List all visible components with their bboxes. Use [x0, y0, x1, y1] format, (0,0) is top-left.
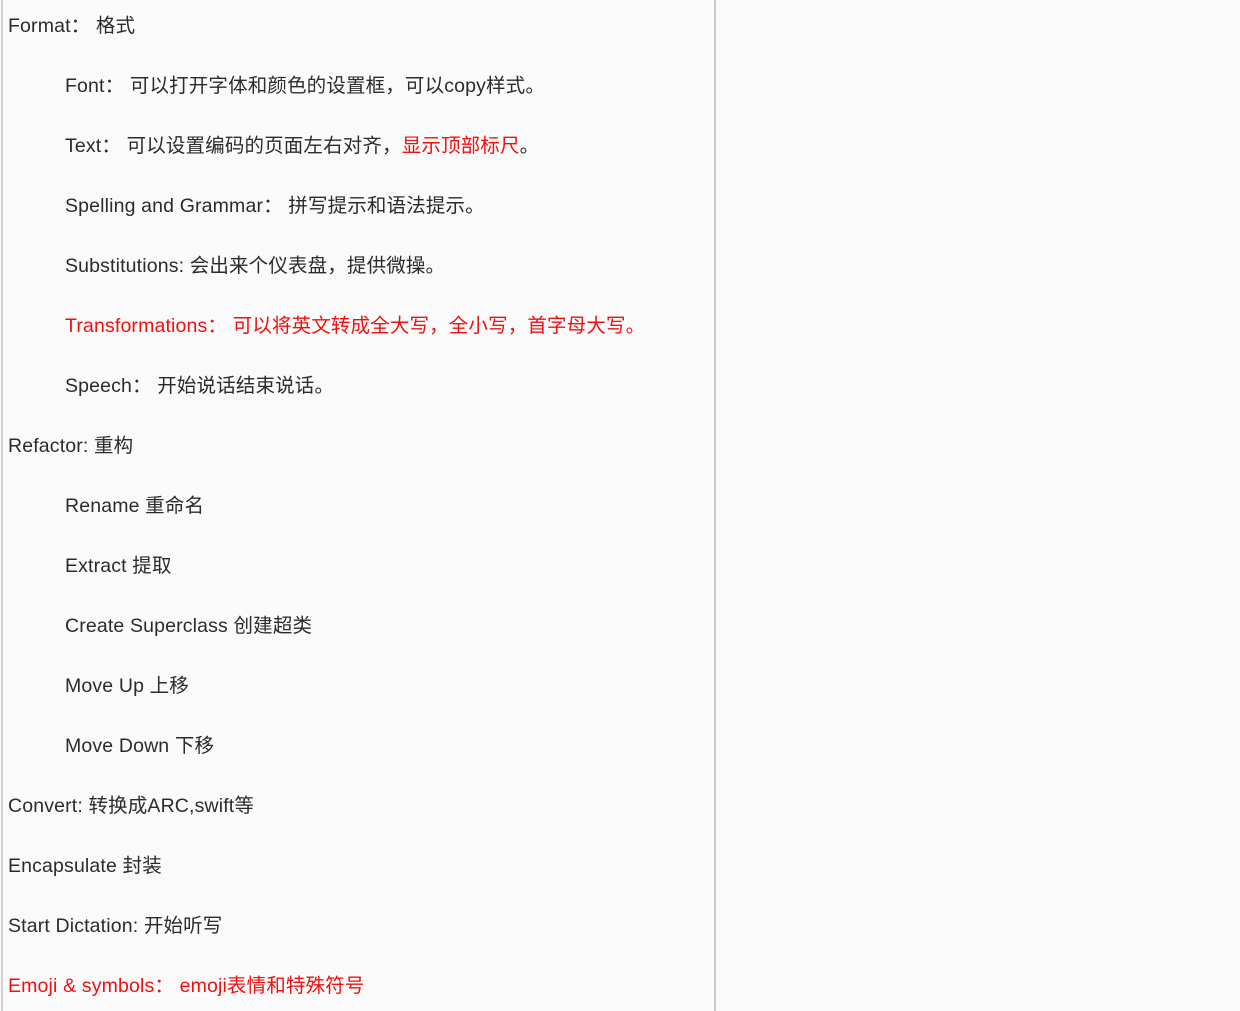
- empty-right-column: [716, 0, 1240, 1011]
- note-line-substitutions-item: Substitutions: 会出来个仪表盘，提供微操。: [65, 255, 446, 277]
- notes-page: Format： 格式 Font： 可以打开字体和颜色的设置框，可以copy样式。 T…: [0, 0, 1240, 1011]
- note-segment: 显示顶部标尺: [401, 135, 520, 157]
- note-line-emoji-symbols-heading: Emoji & symbols： emoji表情和特殊符号: [8, 975, 365, 997]
- note-line-encapsulate-heading: Encapsulate 封装: [8, 855, 162, 877]
- note-line-transformations-item: Transformations： 可以将英文转成全大写，全小写，首字母大写。: [65, 315, 646, 337]
- note-line-refactor-heading: Refactor: 重构: [8, 435, 134, 457]
- note-line-convert-heading: Convert: 转换成ARC,swift等: [8, 795, 255, 817]
- note-line-rename-item: Rename 重命名: [65, 495, 205, 517]
- note-line-start-dictation-heading: Start Dictation: 开始听写: [8, 915, 223, 937]
- note-segment: 。: [519, 135, 540, 157]
- note-line-text-item: Text： 可以设置编码的页面左右对齐，显示顶部标尺。: [65, 134, 539, 158]
- notes-text-column: Format： 格式 Font： 可以打开字体和颜色的设置框，可以copy样式。 T…: [0, 0, 714, 1011]
- note-line-format-heading: Format： 格式: [8, 15, 136, 37]
- note-line-extract-item: Extract 提取: [65, 555, 172, 577]
- note-line-move-up-item: Move Up 上移: [65, 675, 189, 697]
- note-line-spelling-grammar-item: Spelling and Grammar： 拼写提示和语法提示。: [65, 195, 485, 217]
- note-segment: Text： 可以设置编码的页面左右对齐，: [65, 135, 402, 157]
- note-line-move-down-item: Move Down 下移: [65, 735, 215, 757]
- note-line-font-item: Font： 可以打开字体和颜色的设置框，可以copy样式。: [65, 75, 545, 97]
- note-line-create-superclass-item: Create Superclass 创建超类: [65, 615, 313, 637]
- note-line-speech-item: Speech： 开始说话结束说话。: [65, 375, 335, 397]
